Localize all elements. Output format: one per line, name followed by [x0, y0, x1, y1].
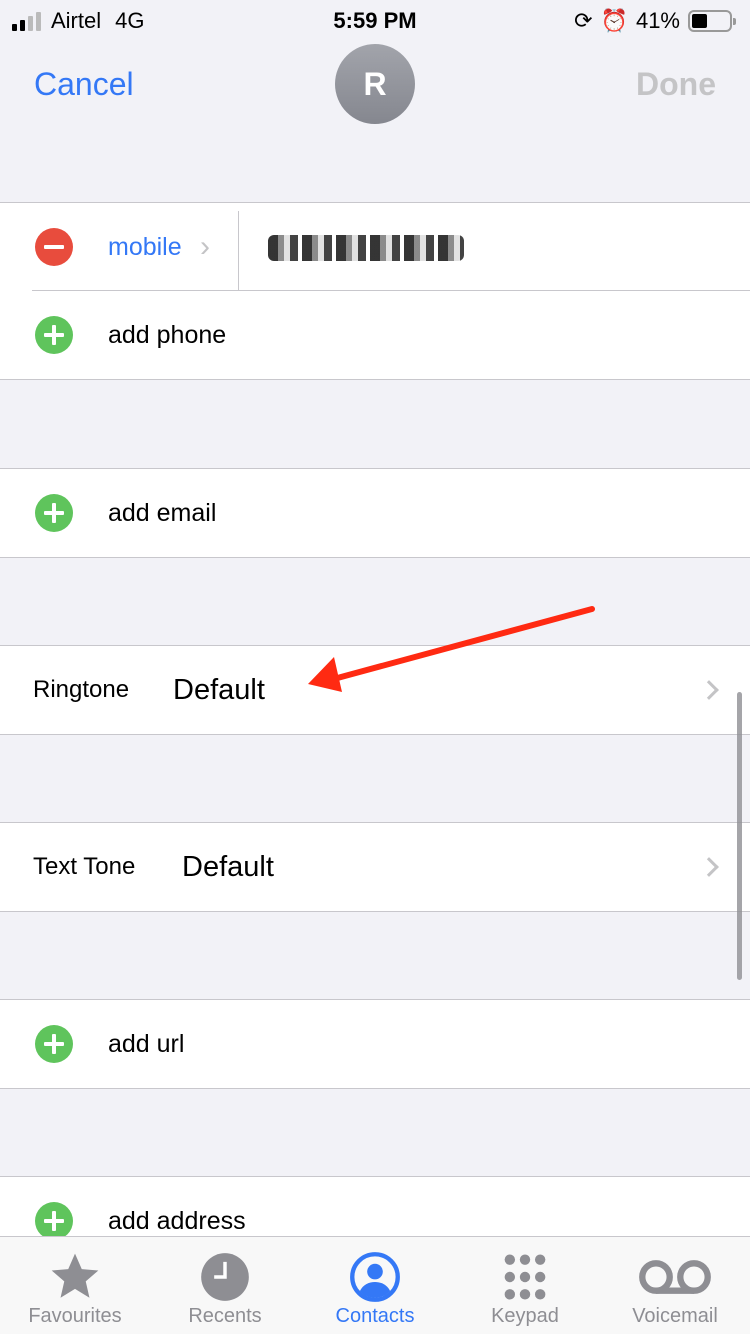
tab-bar: Favourites Recents Contacts Keypad Voice… — [0, 1236, 750, 1334]
tab-favourites[interactable]: Favourites — [0, 1237, 150, 1334]
phone-row: mobile › — [0, 203, 750, 291]
add-email-row[interactable]: add email — [0, 469, 750, 557]
tab-label: Recents — [188, 1305, 262, 1327]
plus-icon — [35, 1202, 73, 1240]
nav-bar: Cancel R Done — [0, 44, 750, 134]
add-address-label: add address — [108, 1206, 246, 1235]
add-url-row[interactable]: add url — [0, 1000, 750, 1088]
chevron-right-icon: › — [200, 230, 210, 263]
scrollbar[interactable] — [737, 692, 742, 980]
star-icon — [51, 1253, 99, 1298]
cancel-button[interactable]: Cancel — [34, 66, 134, 103]
text-tone-section: Text Tone Default — [0, 822, 750, 912]
tab-voicemail[interactable]: Voicemail — [600, 1237, 750, 1334]
add-url-label: add url — [108, 1029, 185, 1058]
add-email-label: add email — [108, 498, 217, 527]
plus-icon — [35, 494, 73, 532]
chevron-right-icon — [699, 680, 719, 700]
add-phone-label: add phone — [108, 320, 227, 349]
done-button[interactable]: Done — [636, 66, 716, 103]
battery-percent: 41% — [635, 8, 680, 33]
voicemail-icon — [639, 1260, 711, 1294]
tab-label: Keypad — [491, 1305, 559, 1327]
plus-icon — [35, 316, 73, 354]
phone-section: mobile › add phone — [0, 202, 750, 380]
alarm-icon: ⏰ — [600, 8, 628, 33]
plus-icon — [35, 1025, 73, 1063]
url-section: add url — [0, 999, 750, 1089]
text-tone-label: Text Tone — [33, 853, 136, 880]
battery-icon — [688, 10, 736, 32]
add-phone-row[interactable]: add phone — [0, 291, 750, 379]
rotation-lock-icon: ⟳ — [574, 8, 593, 33]
ringtone-section: Ringtone Default — [0, 645, 750, 735]
tab-label: Voicemail — [632, 1305, 718, 1327]
status-bar: Airtel 4G 5:59 PM ⟳ ⏰ 41% — [0, 0, 750, 40]
tab-label: Contacts — [335, 1305, 415, 1327]
ringtone-row[interactable]: Ringtone Default — [0, 646, 750, 734]
tab-label: Favourites — [28, 1305, 122, 1327]
chevron-right-icon — [699, 857, 719, 877]
tab-keypad[interactable]: Keypad — [450, 1237, 600, 1334]
avatar[interactable]: R — [335, 44, 415, 124]
phone-label-selector[interactable]: mobile — [108, 233, 182, 262]
text-tone-value: Default — [182, 850, 274, 883]
tab-recents[interactable]: Recents — [150, 1237, 300, 1334]
clock-icon — [201, 1253, 249, 1301]
ringtone-label: Ringtone — [33, 676, 130, 703]
person-circle-icon — [350, 1252, 400, 1302]
email-section: add email — [0, 468, 750, 558]
phone-number-field-redacted[interactable] — [268, 235, 464, 261]
keypad-icon — [504, 1254, 546, 1300]
delete-phone-button[interactable] — [35, 228, 73, 266]
text-tone-row[interactable]: Text Tone Default — [0, 823, 750, 911]
ringtone-value: Default — [173, 673, 265, 706]
tab-contacts[interactable]: Contacts — [300, 1237, 450, 1334]
divider — [238, 211, 239, 291]
